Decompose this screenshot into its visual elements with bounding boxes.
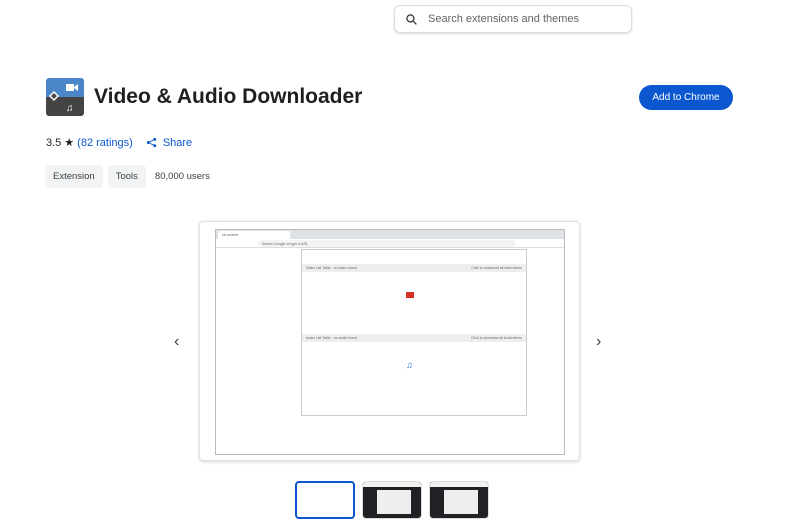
previous-arrow-icon[interactable]: ‹ (174, 333, 179, 351)
shot-omnibox: Search Google or type a URL (258, 240, 516, 247)
audio-header: Audio List Table - no audio found (306, 336, 357, 340)
video-action: Click to download all video items (471, 266, 522, 270)
add-to-chrome-button[interactable]: Add to Chrome (639, 85, 733, 110)
next-arrow-icon[interactable]: › (596, 333, 601, 351)
audio-action: Click to download all Audio items (471, 336, 522, 340)
shot-panel: Video List Table - no video found Click t… (301, 249, 527, 416)
search-bar[interactable]: Search extensions and themes (394, 5, 632, 33)
rating-row: 3.5 ★ (82 ratings) Share (46, 136, 192, 150)
music-icon: ♫ (406, 360, 413, 370)
video-icon (406, 292, 414, 298)
svg-text:♫: ♫ (66, 103, 74, 114)
screenshot-carousel: sb.content Search Google or type a URL V… (199, 221, 580, 461)
user-count: 80,000 users (154, 171, 210, 182)
thumbnail-1[interactable] (295, 481, 355, 519)
chip-extension[interactable]: Extension (45, 165, 103, 188)
search-icon (406, 13, 417, 25)
rating-value: 3.5 (46, 136, 62, 149)
star-icon: ★ (64, 137, 75, 149)
thumbnail-2[interactable] (362, 481, 422, 519)
thumbnail-3[interactable] (429, 481, 489, 519)
video-header: Video List Table - no video found (306, 266, 357, 270)
extension-title: Video & Audio Downloader (94, 85, 363, 108)
extension-logo: ♫ (46, 78, 84, 116)
share-button[interactable]: Share (146, 137, 192, 149)
share-icon (146, 137, 156, 148)
screenshot-image: sb.content Search Google or type a URL V… (215, 229, 565, 455)
ratings-link[interactable]: (82 ratings) (77, 137, 133, 149)
category-chips: Extension Tools 80,000 users (45, 165, 210, 188)
shot-tab: sb.content (218, 231, 290, 239)
search-placeholder: Search extensions and themes (428, 13, 580, 25)
chip-tools[interactable]: Tools (107, 165, 146, 188)
thumbnail-strip (295, 481, 489, 519)
